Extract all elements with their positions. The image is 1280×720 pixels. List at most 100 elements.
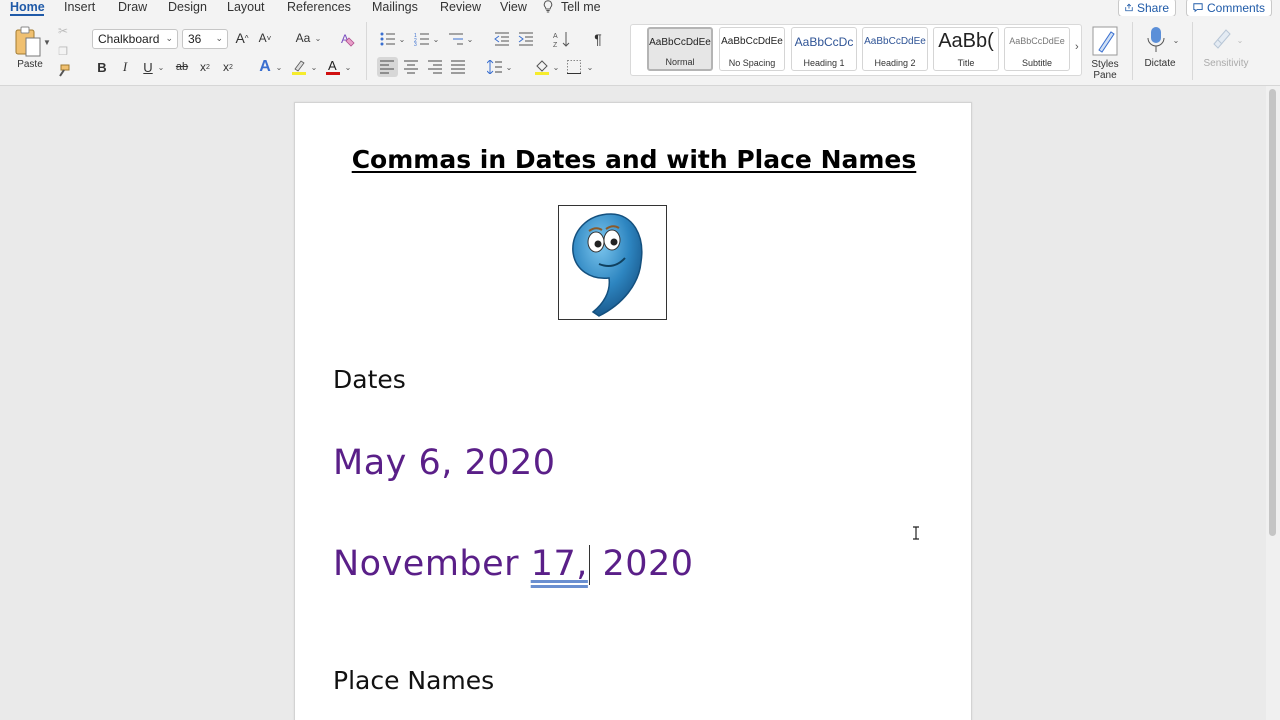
heading-place-names[interactable]: Place Names bbox=[333, 666, 494, 695]
tell-me-search[interactable]: Tell me bbox=[561, 0, 601, 15]
line-spacing-icon[interactable] bbox=[487, 60, 502, 74]
tab-review[interactable]: Review bbox=[440, 0, 481, 15]
chevron-down-icon[interactable]: ⌄ bbox=[552, 59, 560, 75]
style-name: Subtitle bbox=[1021, 58, 1053, 68]
tab-insert[interactable]: Insert bbox=[64, 0, 95, 15]
clear-formatting-icon[interactable]: A bbox=[340, 31, 356, 47]
tab-home[interactable]: Home bbox=[10, 0, 45, 15]
document-page[interactable]: Commas in Dates and with Place Names Dat… bbox=[294, 102, 972, 720]
style-preview: AaBbCcDdEe bbox=[649, 37, 711, 48]
chevron-down-icon[interactable]: ⌄ bbox=[275, 59, 283, 75]
share-icon bbox=[1125, 3, 1133, 12]
font-color-button[interactable]: A bbox=[326, 58, 340, 76]
microphone-icon[interactable] bbox=[1146, 26, 1166, 54]
chevron-down-icon[interactable]: ⌄ bbox=[310, 59, 318, 75]
copy-icon[interactable]: ❐ bbox=[57, 45, 69, 58]
styles-pane-icon[interactable] bbox=[1092, 26, 1118, 56]
style-no-spacing[interactable]: AaBbCcDdEe No Spacing bbox=[719, 27, 785, 71]
format-painter-icon[interactable] bbox=[56, 64, 70, 78]
bullets-icon[interactable] bbox=[380, 32, 396, 46]
sort-icon[interactable]: AZ bbox=[553, 30, 571, 48]
paste-button[interactable]: ▼ Paste bbox=[12, 26, 51, 72]
comments-label: Comments bbox=[1206, 0, 1265, 15]
dictate-label: Dictate bbox=[1144, 58, 1176, 69]
svg-text:3: 3 bbox=[414, 42, 417, 46]
grow-font-button[interactable]: A ^ bbox=[234, 30, 250, 46]
style-preview: AaBbCcDc bbox=[794, 35, 854, 49]
text-caret bbox=[588, 545, 590, 585]
justify-icon[interactable] bbox=[451, 60, 466, 74]
share-button[interactable]: Share bbox=[1118, 0, 1176, 17]
date-example-1[interactable]: May 6, 2020 bbox=[333, 443, 556, 483]
styles-gallery: AaBbCcDdEe Normal AaBbCcDdEe No Spacing … bbox=[630, 24, 1082, 76]
underline-button[interactable]: U bbox=[141, 59, 155, 75]
grammar-flagged-text[interactable]: 17, bbox=[531, 544, 588, 584]
align-center-icon[interactable] bbox=[404, 60, 419, 74]
tab-references[interactable]: References bbox=[287, 0, 351, 15]
superscript-button[interactable]: x2 bbox=[221, 59, 235, 75]
chevron-down-icon[interactable]: ⌄ bbox=[157, 59, 165, 75]
tab-design[interactable]: Design bbox=[168, 0, 207, 15]
decrease-indent-icon[interactable] bbox=[494, 32, 510, 46]
chevron-down-icon[interactable]: ⌄ bbox=[314, 30, 322, 46]
ibeam-cursor-icon bbox=[913, 526, 919, 540]
style-preview: AaBb( bbox=[938, 30, 994, 52]
comma-character-image[interactable] bbox=[558, 205, 667, 320]
date-example-2[interactable]: November 17, 2020 bbox=[333, 544, 694, 585]
chevron-down-icon[interactable]: ⌄ bbox=[586, 59, 594, 75]
italic-button[interactable]: I bbox=[118, 59, 132, 75]
chevron-down-icon[interactable]: ⌄ bbox=[1236, 32, 1244, 48]
bold-button[interactable]: B bbox=[95, 59, 109, 75]
chevron-down-icon[interactable]: ⌄ bbox=[505, 59, 513, 75]
vertical-scrollbar[interactable] bbox=[1266, 86, 1280, 720]
font-color-letter: A bbox=[328, 58, 337, 73]
chevron-down-icon[interactable]: ⌄ bbox=[1172, 32, 1180, 48]
show-formatting-marks-button[interactable]: ¶ bbox=[590, 30, 606, 48]
gallery-next-icon[interactable]: › bbox=[1075, 41, 1079, 53]
strikethrough-button[interactable]: ab bbox=[173, 59, 191, 75]
style-preview: AaBbCcDdEe bbox=[864, 36, 926, 47]
font-size-value: 36 bbox=[188, 32, 202, 46]
change-case-button[interactable]: Aa bbox=[292, 30, 314, 46]
svg-text:Z: Z bbox=[553, 42, 558, 48]
numbering-icon[interactable]: 123 bbox=[414, 32, 430, 46]
style-subtitle[interactable]: AaBbCcDdEe Subtitle bbox=[1004, 27, 1070, 71]
increase-indent-icon[interactable] bbox=[518, 32, 534, 46]
sensitivity-icon[interactable] bbox=[1210, 26, 1234, 52]
highlighter-icon[interactable] bbox=[291, 59, 307, 75]
align-left-button[interactable] bbox=[377, 57, 398, 77]
chevron-down-icon[interactable]: ⌄ bbox=[466, 31, 474, 47]
ribbon-separator bbox=[366, 22, 367, 80]
shrink-font-button[interactable]: A ˅ bbox=[257, 30, 273, 46]
tab-view[interactable]: View bbox=[500, 0, 527, 15]
style-heading-2[interactable]: AaBbCcDdEe Heading 2 bbox=[862, 27, 928, 71]
chevron-down-icon[interactable]: ⌄ bbox=[398, 31, 406, 47]
cut-icon[interactable]: ✂ bbox=[57, 24, 69, 38]
borders-icon[interactable] bbox=[567, 60, 581, 74]
document-title[interactable]: Commas in Dates and with Place Names bbox=[295, 145, 973, 174]
font-color-swatch bbox=[326, 72, 340, 75]
sensitivity-label: Sensitivity bbox=[1203, 58, 1249, 69]
ribbon-home: ▼ Paste ✂ ❐ Chalkboard ⌄ 36 ⌄ A ^ A ˅ Aa ⌄ A… bbox=[0, 16, 1280, 86]
style-normal[interactable]: AaBbCcDdEe Normal bbox=[647, 27, 713, 71]
font-name-dropdown[interactable]: Chalkboard ⌄ bbox=[92, 29, 178, 49]
font-size-dropdown[interactable]: 36 ⌄ bbox=[182, 29, 228, 49]
chevron-down-icon[interactable]: ⌄ bbox=[432, 31, 440, 47]
chevron-down-icon[interactable]: ⌄ bbox=[344, 59, 352, 75]
subscript-button[interactable]: x2 bbox=[198, 59, 212, 75]
text-effects-button[interactable]: A bbox=[258, 58, 272, 76]
chevron-down-icon: ⌄ bbox=[215, 33, 223, 43]
comments-button[interactable]: Comments bbox=[1186, 0, 1272, 17]
shading-icon[interactable] bbox=[534, 59, 550, 75]
style-heading-1[interactable]: AaBbCcDc Heading 1 bbox=[791, 27, 857, 71]
style-title[interactable]: AaBb( Title bbox=[933, 27, 999, 71]
style-name: Title bbox=[957, 58, 975, 68]
tab-layout[interactable]: Layout bbox=[227, 0, 265, 15]
align-right-icon[interactable] bbox=[428, 60, 443, 74]
tab-mailings[interactable]: Mailings bbox=[372, 0, 418, 15]
scrollbar-thumb[interactable] bbox=[1269, 89, 1276, 536]
tab-draw[interactable]: Draw bbox=[118, 0, 147, 15]
heading-dates[interactable]: Dates bbox=[333, 365, 406, 394]
multilevel-list-icon[interactable] bbox=[448, 32, 464, 46]
date-example-2-part1: November bbox=[333, 544, 531, 584]
